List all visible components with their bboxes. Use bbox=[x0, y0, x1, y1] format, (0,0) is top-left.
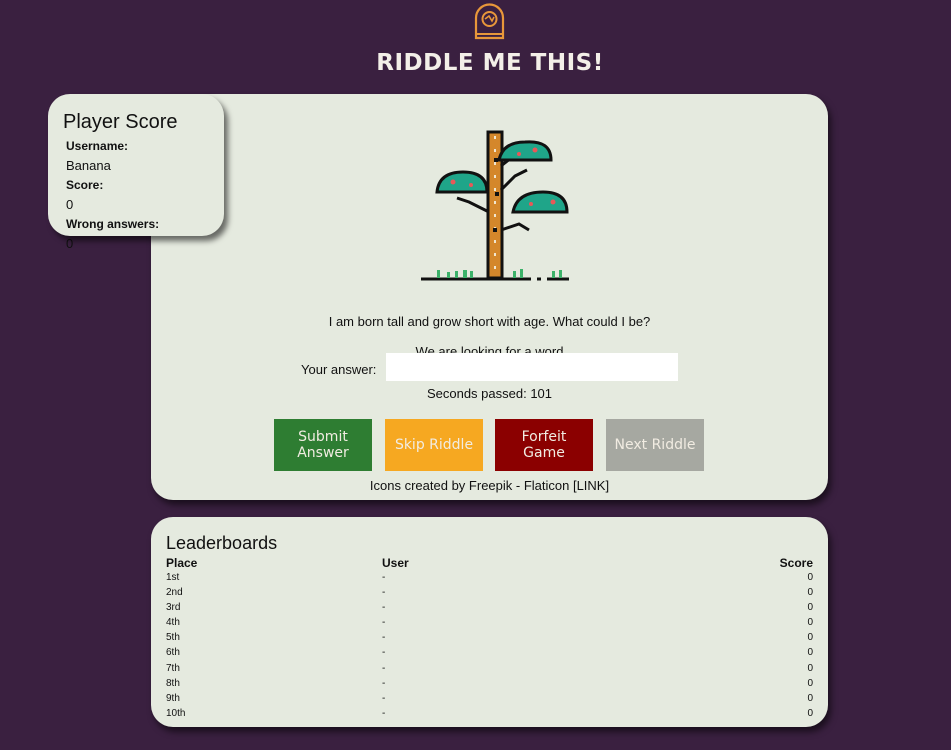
row-score: 0 bbox=[807, 647, 813, 659]
table-row: 5th - 0 bbox=[166, 632, 813, 647]
table-row: 8th - 0 bbox=[166, 678, 813, 693]
score-label: Score: bbox=[66, 178, 104, 192]
leaderboard-card: Leaderboards Place User Score 1st - 0 2nd -… bbox=[151, 517, 828, 727]
row-user: - bbox=[382, 617, 386, 629]
player-score-heading: Player Score bbox=[63, 111, 178, 133]
leaderboard-header-place: Place bbox=[166, 556, 198, 570]
row-user: - bbox=[382, 677, 386, 689]
leaderboard-table: 1st - 0 2nd - 0 3rd - 0 4th - 0 5th - 0 6th - 0 7th -… bbox=[166, 572, 813, 723]
row-user: - bbox=[382, 587, 386, 599]
icon-credit-link[interactable]: Icons created by Freepik - Flaticon [LIN… bbox=[151, 478, 828, 493]
wrong-answers-value: 0 bbox=[66, 236, 74, 251]
row-place: 2nd bbox=[166, 587, 183, 599]
leaderboard-header-user: User bbox=[382, 556, 409, 570]
row-user: - bbox=[382, 572, 386, 583]
forfeit-game-button[interactable]: Forfeit Game bbox=[495, 419, 593, 471]
submit-answer-button[interactable]: Submit Answer bbox=[274, 419, 372, 471]
row-score: 0 bbox=[807, 662, 813, 674]
table-row: 9th - 0 bbox=[166, 693, 813, 708]
row-score: 0 bbox=[807, 587, 813, 599]
username-label: Username: bbox=[66, 139, 129, 153]
row-score: 0 bbox=[807, 572, 813, 583]
player-score-card: Player Score Username: Banana Score: 0 W… bbox=[48, 94, 224, 236]
row-place: 8th bbox=[166, 677, 180, 689]
riddle-question: I am born tall and grow short with age. … bbox=[328, 314, 651, 329]
row-score: 0 bbox=[807, 617, 813, 629]
row-place: 9th bbox=[166, 692, 180, 704]
row-score: 0 bbox=[807, 707, 813, 719]
row-place: 7th bbox=[166, 662, 180, 674]
row-user: - bbox=[382, 602, 386, 614]
skip-riddle-button[interactable]: Skip Riddle bbox=[385, 419, 483, 471]
row-user: - bbox=[382, 707, 386, 719]
riddle-card: I am born tall and grow short with age. … bbox=[151, 94, 828, 500]
table-row: 10th - 0 bbox=[166, 708, 813, 723]
table-row: 2nd - 0 bbox=[166, 587, 813, 602]
table-row: 3rd - 0 bbox=[166, 602, 813, 617]
row-user: - bbox=[382, 662, 386, 674]
row-user: - bbox=[382, 692, 386, 704]
row-place: 10th bbox=[166, 707, 186, 719]
leaderboard-header-score: Score bbox=[779, 556, 813, 570]
leaderboard-title: Leaderboards bbox=[166, 533, 278, 553]
answer-label: Your answer: bbox=[301, 362, 377, 377]
answer-input[interactable] bbox=[386, 353, 678, 381]
score-value: 0 bbox=[66, 197, 74, 212]
table-row: 1st - 0 bbox=[166, 572, 813, 587]
wrong-answers-label: Wrong answers: bbox=[66, 217, 160, 231]
row-place: 3rd bbox=[166, 602, 181, 614]
row-place: 6th bbox=[166, 647, 180, 659]
next-riddle-button[interactable]: Next Riddle bbox=[606, 419, 704, 471]
row-score: 0 bbox=[807, 677, 813, 689]
row-place: 4th bbox=[166, 617, 180, 629]
brain-door-icon bbox=[474, 3, 505, 40]
table-row: 7th - 0 bbox=[166, 663, 813, 678]
row-user: - bbox=[382, 647, 386, 659]
row-user: - bbox=[382, 632, 386, 644]
row-place: 5th bbox=[166, 632, 180, 644]
row-score: 0 bbox=[807, 692, 813, 704]
username-value: Banana bbox=[66, 158, 111, 173]
page-title: RIDDLE ME THIS! bbox=[376, 50, 604, 76]
row-place: 1st bbox=[166, 572, 180, 583]
tree-icon bbox=[421, 130, 569, 281]
seconds-passed: Seconds passed: 101 bbox=[426, 386, 553, 401]
row-score: 0 bbox=[807, 632, 813, 644]
table-row: 4th - 0 bbox=[166, 617, 813, 632]
row-score: 0 bbox=[807, 602, 813, 614]
table-row: 6th - 0 bbox=[166, 647, 813, 662]
